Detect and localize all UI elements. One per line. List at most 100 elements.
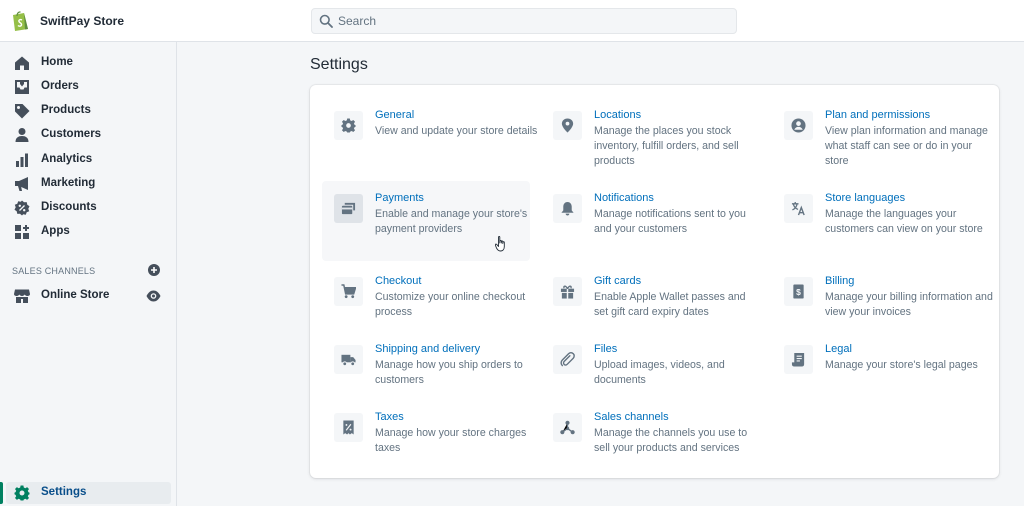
settings-item-description: Manage how your store charges taxes (375, 427, 527, 454)
svg-text:$: $ (796, 287, 801, 297)
settings-item-title[interactable]: Sales channels (594, 411, 669, 423)
tag-icon (15, 104, 30, 119)
sales-channels-heading: SALES CHANNELS (12, 266, 96, 276)
settings-item-icon-box (334, 194, 363, 223)
bell-icon (561, 201, 574, 216)
settings-item-title[interactable]: Legal (825, 343, 852, 355)
sidebar-item-marketing[interactable]: Marketing (6, 173, 171, 195)
search-icon (319, 14, 333, 28)
sidebar-item-products[interactable]: Products (6, 100, 171, 122)
store-icon (14, 289, 30, 303)
settings-item-title[interactable]: Locations (594, 109, 641, 121)
settings-item-taxes[interactable]: Taxes Manage how your store charges taxe… (322, 400, 530, 462)
settings-item-icon-box (334, 345, 363, 374)
sidebar-item-label: Apps (41, 225, 70, 237)
settings-item-files[interactable]: Files Upload images, videos, and documen… (541, 332, 749, 394)
sidebar-item-label: Settings (41, 486, 87, 498)
payment-card-icon (341, 202, 356, 215)
settings-item-description: Manage the languages your customers can … (825, 208, 983, 235)
sidebar-item-label: Marketing (41, 177, 96, 189)
store-name[interactable]: SwiftPay Store (40, 14, 124, 28)
sidebar-item-home[interactable]: Home (6, 52, 171, 74)
gear-icon (341, 118, 356, 133)
settings-item-title[interactable]: General (375, 109, 414, 121)
apps-icon (15, 225, 29, 239)
settings-card: General View and update your store detai… (310, 85, 999, 478)
eye-icon[interactable] (146, 290, 161, 302)
settings-item-title[interactable]: Store languages (825, 192, 905, 204)
settings-item-icon-box: $ (784, 277, 813, 306)
settings-item-description: Manage notifications sent to you and you… (594, 208, 746, 235)
invoice-icon: $ (793, 284, 804, 299)
settings-item-description: Manage your store's legal pages (825, 359, 978, 371)
settings-item-icon-box (784, 345, 813, 374)
orders-icon (15, 80, 29, 94)
settings-item-gift-cards[interactable]: Gift cards Enable Apple Wallet passes an… (541, 264, 749, 326)
tax-icon (343, 420, 354, 435)
settings-item-icon-box (334, 111, 363, 140)
sidebar-item-label: Online Store (41, 289, 110, 301)
sidebar-item-orders[interactable]: Orders (6, 76, 171, 98)
settings-item-icon-box (334, 413, 363, 442)
gift-icon (560, 285, 575, 299)
settings-item-icon-box (553, 345, 582, 374)
settings-item-icon-box (334, 277, 363, 306)
shopify-logo-icon[interactable] (10, 10, 30, 32)
active-indicator (0, 482, 3, 504)
home-icon (15, 56, 29, 70)
settings-item-title[interactable]: Plan and permissions (825, 109, 930, 121)
sidebar-item-discounts[interactable]: Discounts (6, 197, 171, 219)
settings-item-description: Manage the places you stock inventory, f… (594, 125, 739, 167)
settings-item-icon-box (784, 111, 813, 140)
settings-item-notifications[interactable]: Notifications Manage notifications sent … (541, 181, 749, 257)
truck-icon (341, 354, 356, 367)
bar-chart-icon (16, 153, 28, 167)
discount-icon (14, 200, 30, 216)
sidebar-item-label: Orders (41, 80, 79, 92)
settings-item-title[interactable]: Shipping and delivery (375, 343, 480, 355)
settings-item-icon-box (553, 111, 582, 140)
settings-item-description: Enable and manage your store's payment p… (375, 208, 528, 235)
add-sales-channel-icon[interactable] (148, 264, 160, 276)
settings-item-title[interactable]: Checkout (375, 275, 421, 287)
paperclip-icon (560, 352, 575, 367)
settings-item-title[interactable]: Notifications (594, 192, 654, 204)
search-placeholder: Search (338, 14, 377, 28)
settings-item-store-languages[interactable]: Store languages Manage the languages you… (772, 181, 983, 257)
settings-item-description: View and update your store details (375, 125, 538, 137)
settings-item-description: View plan information and manage what st… (825, 125, 988, 167)
sidebar-item-analytics[interactable]: Analytics (6, 149, 171, 171)
settings-item-title[interactable]: Files (594, 343, 617, 355)
legal-document-icon (791, 352, 805, 367)
megaphone-icon (15, 177, 28, 191)
settings-item-billing[interactable]: $ Billing Manage your billing informatio… (772, 264, 993, 326)
account-icon (791, 118, 806, 133)
settings-item-description: Enable Apple Wallet passes and set gift … (594, 291, 746, 318)
translate-icon (791, 201, 805, 216)
sidebar-item-apps[interactable]: Apps (6, 221, 171, 243)
settings-item-general[interactable]: General View and update your store detai… (322, 98, 537, 174)
sidebar-item-customers[interactable]: Customers (6, 124, 171, 146)
hand-cursor-icon (495, 236, 505, 252)
sidebar-item-settings[interactable]: Settings (6, 482, 171, 504)
page-title: Settings (310, 56, 368, 73)
settings-item-plan-and-permissions[interactable]: Plan and permissions View plan informati… (772, 98, 988, 174)
settings-item-locations[interactable]: Locations Manage the places you stock in… (541, 98, 749, 174)
search-input[interactable]: Search (311, 8, 737, 34)
settings-item-title[interactable]: Billing (825, 275, 854, 287)
settings-item-title[interactable]: Taxes (375, 411, 404, 423)
location-pin-icon (561, 118, 574, 133)
sidebar-item-label: Customers (41, 128, 102, 140)
settings-item-icon-box (553, 413, 582, 442)
settings-item-icon-box (553, 194, 582, 223)
settings-item-title[interactable]: Payments (375, 192, 424, 204)
settings-item-shipping-and-delivery[interactable]: Shipping and delivery Manage how you shi… (322, 332, 530, 394)
settings-item-title[interactable]: Gift cards (594, 275, 641, 287)
cart-icon (341, 284, 356, 299)
settings-item-icon-box (784, 194, 813, 223)
settings-item-checkout[interactable]: Checkout Customize your online checkout … (322, 264, 530, 326)
settings-item-icon-box (553, 277, 582, 306)
sidebar-item-label: Home (41, 56, 73, 68)
settings-item-legal[interactable]: Legal Manage your store's legal pages (772, 332, 980, 394)
settings-item-sales-channels[interactable]: Sales channels Manage the channels you u… (541, 400, 749, 462)
